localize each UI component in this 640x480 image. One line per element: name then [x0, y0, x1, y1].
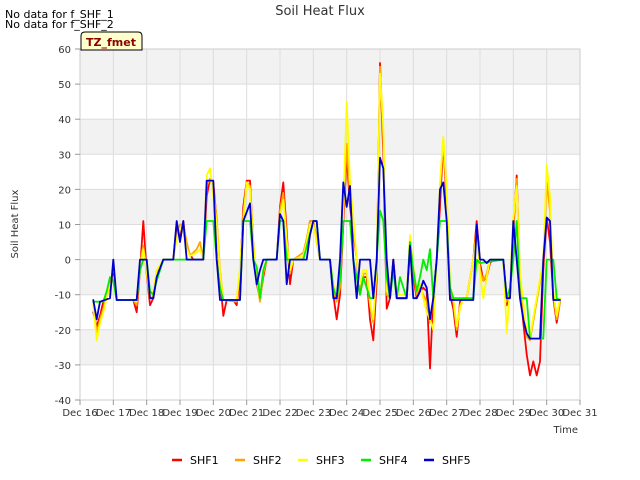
y-tick-label: 40	[58, 115, 71, 126]
y-axis-ticks: -40 -30 -20 -10 0 10 20 30 40 50 60	[55, 45, 80, 407]
legend-label-shf3: SHF3	[316, 454, 345, 467]
plot-band	[80, 224, 580, 260]
x-tick-label: Dec 29	[496, 408, 531, 419]
chart-title: Soil Heat Flux	[275, 4, 365, 19]
x-tick-label: Dec 24	[329, 408, 364, 419]
legend-label-shf5: SHF5	[442, 454, 471, 467]
badge-label: TZ_fmet	[86, 36, 136, 49]
tz-fmet-badge: TZ_fmet	[80, 31, 143, 51]
y-tick-label: 0	[65, 256, 71, 267]
legend-label-shf4: SHF4	[379, 454, 408, 467]
x-tick-label: Dec 20	[196, 408, 231, 419]
x-tick-label: Dec 16	[62, 408, 97, 419]
y-tick-label: 30	[58, 150, 71, 161]
y-tick-label: -20	[55, 326, 71, 337]
x-tick-label: Dec 25	[362, 408, 397, 419]
plot-band	[80, 154, 580, 190]
y-tick-label: 50	[58, 80, 71, 91]
plot-band	[80, 49, 580, 85]
plot-band	[80, 189, 580, 225]
legend-label-shf1: SHF1	[190, 454, 219, 467]
plot-band	[80, 119, 580, 155]
x-tick-label: Dec 18	[129, 408, 164, 419]
plot-band	[80, 364, 580, 400]
plot-band	[80, 84, 580, 120]
y-tick-label: -40	[55, 396, 71, 407]
y-tick-label: -10	[55, 291, 71, 302]
y-axis-label: Soil Heat Flux	[10, 189, 21, 258]
x-axis-ticks: Dec 16Dec 17Dec 18Dec 19Dec 20Dec 21Dec …	[62, 400, 598, 419]
x-tick-label: Dec 31	[562, 408, 597, 419]
x-tick-label: Dec 19	[162, 408, 197, 419]
legend: SHF1 SHF2 SHF3 SHF4 SHF5	[172, 454, 471, 467]
x-tick-label: Dec 27	[429, 408, 464, 419]
x-tick-label: Dec 22	[262, 408, 297, 419]
y-tick-label: -30	[55, 361, 71, 372]
legend-label-shf2: SHF2	[253, 454, 282, 467]
x-tick-label: Dec 30	[529, 408, 564, 419]
y-tick-label: 20	[58, 185, 71, 196]
y-tick-label: 10	[58, 221, 71, 232]
y-tick-label: 60	[58, 45, 71, 56]
x-tick-label: Dec 26	[396, 408, 431, 419]
x-tick-label: Dec 23	[296, 408, 331, 419]
soil-heat-flux-chart: -40-30-20-100102030405060 Dec 16Dec 17De…	[10, 4, 598, 467]
x-tick-label: Dec 28	[462, 408, 497, 419]
x-tick-label: Dec 17	[96, 408, 131, 419]
plot-band	[80, 329, 580, 365]
x-axis-label: Time	[553, 425, 578, 436]
x-tick-label: Dec 21	[229, 408, 264, 419]
